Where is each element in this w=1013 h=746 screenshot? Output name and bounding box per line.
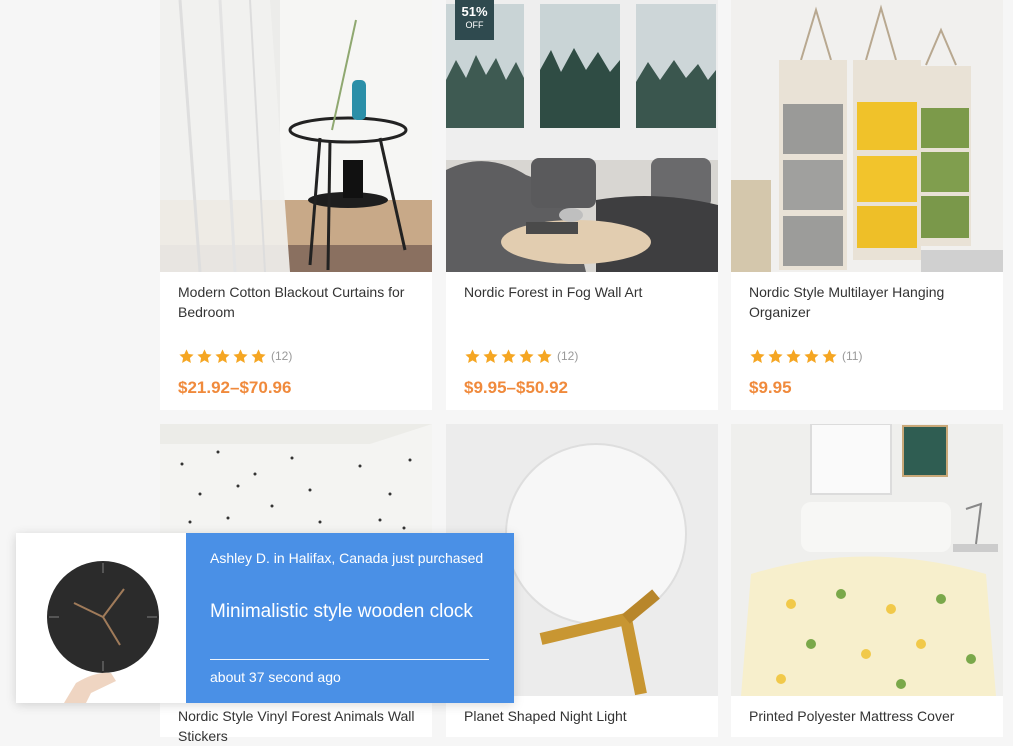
product-image-mattress-cover[interactable] (731, 424, 1003, 696)
product-title[interactable]: Nordic Style Multilayer Hanging Organize… (749, 282, 989, 322)
product-rating: (11) (749, 346, 862, 366)
star-icon (215, 348, 230, 363)
star-rating (749, 348, 838, 365)
star-icon (537, 348, 552, 363)
product-rating: (12) (464, 346, 578, 366)
product-card-forest-wall-art[interactable]: 51% OFF Nordic Forest in Fog Wall Art (1… (446, 0, 718, 410)
product-price: $21.92–$70.96 (178, 378, 292, 397)
product-card-mattress-cover[interactable]: Printed Polyester Mattress Cover (731, 424, 1003, 737)
product-card-curtains[interactable]: Modern Cotton Blackout Curtains for Bedr… (160, 0, 432, 410)
star-icon (465, 348, 480, 363)
product-card-hanging-organizer[interactable]: Nordic Style Multilayer Hanging Organize… (731, 0, 1003, 410)
star-icon (483, 348, 498, 363)
star-icon (179, 348, 194, 363)
product-title[interactable]: Planet Shaped Night Light (464, 706, 704, 726)
discount-percent: 51% (461, 4, 488, 19)
rating-count: (12) (557, 349, 579, 363)
product-image-hanging-organizer[interactable] (731, 0, 1003, 272)
discount-label: OFF (465, 20, 484, 30)
popup-buyer-text: Ashley D. in Halifax, Canada just purcha… (210, 550, 484, 566)
product-rating: (12) (178, 346, 292, 366)
star-icon (251, 348, 266, 363)
star-rating (464, 348, 553, 365)
rating-count: (11) (842, 349, 863, 363)
star-icon (786, 348, 801, 363)
product-title[interactable]: Nordic Style Vinyl Forest Animals Wall S… (178, 706, 418, 746)
popup-content[interactable]: Ashley D. in Halifax, Canada just purcha… (186, 533, 514, 703)
star-icon (768, 348, 783, 363)
star-rating (178, 348, 267, 365)
product-title[interactable]: Nordic Forest in Fog Wall Art (464, 282, 704, 302)
popup-time-ago: about 37 second ago (210, 669, 341, 685)
product-price: $9.95–$50.92 (464, 378, 568, 397)
product-title[interactable]: Modern Cotton Blackout Curtains for Bedr… (178, 282, 418, 322)
star-icon (822, 348, 837, 363)
star-icon (804, 348, 819, 363)
product-title[interactable]: Printed Polyester Mattress Cover (749, 706, 989, 726)
star-icon (519, 348, 534, 363)
rating-count: (12) (271, 349, 293, 363)
product-image-forest-wall-art[interactable]: 51% OFF (446, 0, 718, 272)
popup-divider (210, 659, 489, 660)
star-icon (501, 348, 516, 363)
discount-badge: 51% OFF (455, 0, 494, 40)
product-image-curtains[interactable] (160, 0, 432, 272)
star-icon (750, 348, 765, 363)
recent-purchase-popup[interactable]: Ashley D. in Halifax, Canada just purcha… (16, 533, 514, 703)
star-icon (197, 348, 212, 363)
product-price: $9.95 (749, 378, 792, 397)
star-icon (233, 348, 248, 363)
popup-product-image[interactable] (16, 533, 186, 703)
popup-product-name[interactable]: Minimalistic style wooden clock (210, 598, 500, 625)
